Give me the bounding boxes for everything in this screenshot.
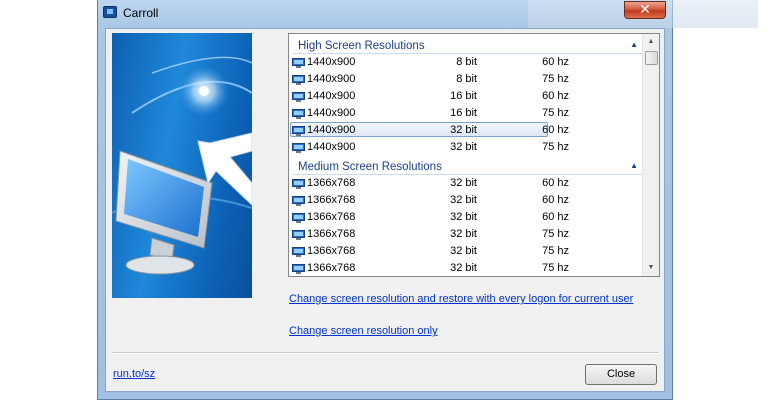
group-header[interactable]: Medium Screen Resolutions ▲ <box>293 158 642 175</box>
resolution-cell: 1366x768 <box>307 194 356 206</box>
resolution-cell: 1366x768 <box>307 245 356 257</box>
monitor-icon <box>292 125 305 136</box>
resolution-cell: 1440x900 <box>307 90 356 102</box>
refresh-rate-cell: 60 hz <box>542 211 569 223</box>
refresh-rate-cell: 60 hz <box>542 124 569 136</box>
scroll-down-arrow-icon[interactable]: ▼ <box>643 260 659 276</box>
group-header-label: Medium Screen Resolutions <box>298 161 442 173</box>
color-depth-cell: 16 bit <box>450 90 477 102</box>
refresh-rate-cell: 60 hz <box>542 90 569 102</box>
list-scrollbar[interactable]: ▲ ▼ <box>642 34 659 276</box>
monitor-icon <box>292 195 305 206</box>
list-item[interactable]: 1440x900 8 bit 75 hz <box>289 71 642 88</box>
window-title: Carroll <box>123 6 159 20</box>
list-item[interactable]: 1440x900 16 bit 75 hz <box>289 105 642 122</box>
list-item[interactable]: 1440x900 32 bit 75 hz <box>289 139 642 156</box>
monitor-illustration-icon <box>112 56 252 275</box>
window-close-button[interactable]: ✕ <box>624 1 666 19</box>
resolution-cell: 1440x900 <box>307 141 356 153</box>
monitor-icon <box>292 178 305 189</box>
refresh-rate-cell: 75 hz <box>542 141 569 153</box>
monitor-icon <box>292 57 305 68</box>
monitor-banner-image <box>112 33 252 298</box>
color-depth-cell: 32 bit <box>450 124 477 136</box>
group-header-label: High Screen Resolutions <box>298 40 425 52</box>
list-item[interactable]: 1366x768 32 bit 75 hz <box>289 243 642 260</box>
scroll-thumb[interactable] <box>645 51 658 65</box>
color-depth-cell: 8 bit <box>456 73 477 85</box>
monitor-icon <box>292 246 305 257</box>
refresh-rate-cell: 60 hz <box>542 177 569 189</box>
refresh-rate-cell: 75 hz <box>542 73 569 85</box>
restore-every-logon-link[interactable]: Change screen resolution and restore wit… <box>289 293 633 305</box>
color-depth-cell: 16 bit <box>450 107 477 119</box>
refresh-rate-cell: 75 hz <box>542 228 569 240</box>
list-item[interactable]: 1440x900 8 bit 60 hz <box>289 54 642 71</box>
list-item[interactable]: 1366x768 32 bit 60 hz <box>289 209 642 226</box>
footer-divider <box>112 352 658 354</box>
change-resolution-only-link[interactable]: Change screen resolution only <box>289 325 438 337</box>
resolution-cell: 1366x768 <box>307 262 356 274</box>
resolution-cell: 1366x768 <box>307 211 356 223</box>
title-bar[interactable]: Carroll ✕ <box>98 0 672 28</box>
refresh-rate-cell: 75 hz <box>542 107 569 119</box>
color-depth-cell: 32 bit <box>450 177 477 189</box>
app-window: Carroll ✕ High Screen Resolutions ▲ 1440… <box>97 0 758 400</box>
monitor-icon <box>292 91 305 102</box>
monitor-app-icon <box>103 6 117 18</box>
dialog-client-area: High Screen Resolutions ▲ 1440x900 8 bit 60 … <box>105 28 665 392</box>
color-depth-cell: 32 bit <box>450 141 477 153</box>
list-item[interactable]: 1366x768 32 bit 60 hz <box>289 192 642 209</box>
monitor-icon <box>292 74 305 85</box>
monitor-icon <box>292 108 305 119</box>
resolution-list-body: High Screen Resolutions ▲ 1440x900 8 bit 60 … <box>289 34 659 276</box>
monitor-icon <box>292 263 305 274</box>
close-button[interactable]: Close <box>585 364 657 385</box>
resolution-cell: 1440x900 <box>307 56 356 68</box>
website-link[interactable]: run.to/sz <box>113 368 155 380</box>
list-item[interactable]: 1440x900 32 bit 60 hz <box>289 122 642 139</box>
resolution-cell: 1440x900 <box>307 107 356 119</box>
color-depth-cell: 8 bit <box>456 56 477 68</box>
resolution-cell: 1440x900 <box>307 124 356 136</box>
refresh-rate-cell: 60 hz <box>542 194 569 206</box>
list-item[interactable]: 1366x768 32 bit 75 hz <box>289 260 642 276</box>
group-header[interactable]: High Screen Resolutions ▲ <box>293 37 642 54</box>
chevron-up-icon[interactable]: ▲ <box>630 158 638 174</box>
color-depth-cell: 32 bit <box>450 262 477 274</box>
monitor-icon <box>292 212 305 223</box>
refresh-rate-cell: 75 hz <box>542 245 569 257</box>
list-item[interactable]: 1440x900 16 bit 60 hz <box>289 88 642 105</box>
list-item[interactable]: 1366x768 32 bit 75 hz <box>289 226 642 243</box>
list-item[interactable]: 1366x768 32 bit 60 hz <box>289 175 642 192</box>
refresh-rate-cell: 75 hz <box>542 262 569 274</box>
chevron-up-icon[interactable]: ▲ <box>630 37 638 53</box>
scroll-up-arrow-icon[interactable]: ▲ <box>643 34 659 50</box>
resolution-cell: 1440x900 <box>307 73 356 85</box>
color-depth-cell: 32 bit <box>450 211 477 223</box>
resolution-cell: 1366x768 <box>307 228 356 240</box>
resolution-cell: 1366x768 <box>307 177 356 189</box>
refresh-rate-cell: 60 hz <box>542 56 569 68</box>
color-depth-cell: 32 bit <box>450 228 477 240</box>
color-depth-cell: 32 bit <box>450 194 477 206</box>
resolution-list[interactable]: High Screen Resolutions ▲ 1440x900 8 bit 60 … <box>288 33 660 277</box>
monitor-icon <box>292 142 305 153</box>
monitor-icon <box>292 229 305 240</box>
color-depth-cell: 32 bit <box>450 245 477 257</box>
